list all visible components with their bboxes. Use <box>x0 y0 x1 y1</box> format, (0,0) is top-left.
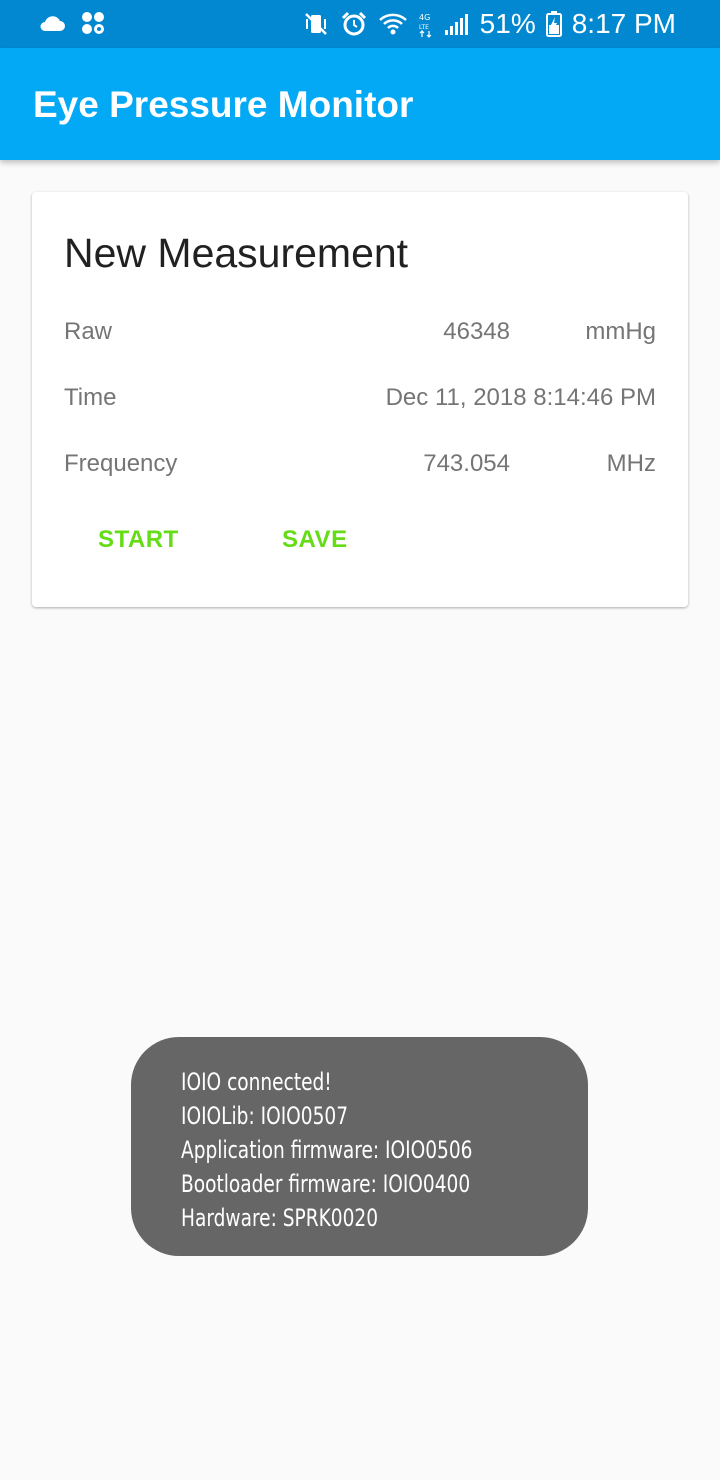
svg-text:LTE: LTE <box>419 24 429 31</box>
toast-message: IOIO connected! IOIOLib: IOIO0507 Applic… <box>131 1037 588 1256</box>
cloud-icon <box>38 13 66 33</box>
app-bar: Eye Pressure Monitor <box>0 48 720 160</box>
svg-text:4G: 4G <box>419 13 430 22</box>
alarm-icon <box>340 10 368 38</box>
battery-icon <box>545 11 562 37</box>
toast-line: Bootloader firmware: IOIO0400 <box>181 1170 471 1198</box>
card-title: New Measurement <box>64 230 409 276</box>
toast-line: Application firmware: IOIO0506 <box>181 1136 473 1164</box>
lte-icon: 4G LTE <box>418 10 434 38</box>
toast-line: Hardware: SPRK0020 <box>181 1204 379 1232</box>
save-button[interactable]: SAVE <box>282 526 348 554</box>
time-row: Time Dec 11, 2018 8:14:46 PM <box>64 378 656 418</box>
toast-line: IOIO connected! <box>181 1068 332 1096</box>
measurement-card: New Measurement Raw 46348 mmHg Time Dec … <box>32 192 688 607</box>
raw-row: Raw 46348 mmHg <box>64 312 656 352</box>
toast-lines: IOIO connected! IOIOLib: IOIO0507 Applic… <box>181 1065 520 1235</box>
signal-icon <box>444 12 470 36</box>
app-notification-icon <box>80 10 106 36</box>
toast-line: IOIOLib: IOIO0507 <box>181 1102 349 1130</box>
raw-value: 46348 <box>443 318 510 345</box>
frequency-unit: MHz <box>606 450 656 477</box>
start-button[interactable]: START <box>98 526 179 554</box>
wifi-icon <box>378 11 408 37</box>
status-clock: 8:17 PM <box>571 8 676 39</box>
app-title: Eye Pressure Monitor <box>33 84 414 125</box>
battery-percent: 51% <box>479 8 536 39</box>
time-value: Dec 11, 2018 8:14:46 PM <box>385 384 656 411</box>
frequency-value: 743.054 <box>423 450 510 477</box>
raw-label: Raw <box>64 318 113 345</box>
status-left-icons <box>38 10 106 36</box>
raw-unit: mmHg <box>585 318 656 345</box>
vibrate-mute-icon <box>302 10 330 38</box>
status-bar: 4G LTE 51% 8:17 PM <box>0 0 720 48</box>
time-label: Time <box>64 384 117 411</box>
frequency-label: Frequency <box>64 450 178 477</box>
frequency-row: Frequency 743.054 MHz <box>64 444 656 484</box>
status-right-icons: 4G LTE 51% 8:17 PM <box>302 6 676 42</box>
